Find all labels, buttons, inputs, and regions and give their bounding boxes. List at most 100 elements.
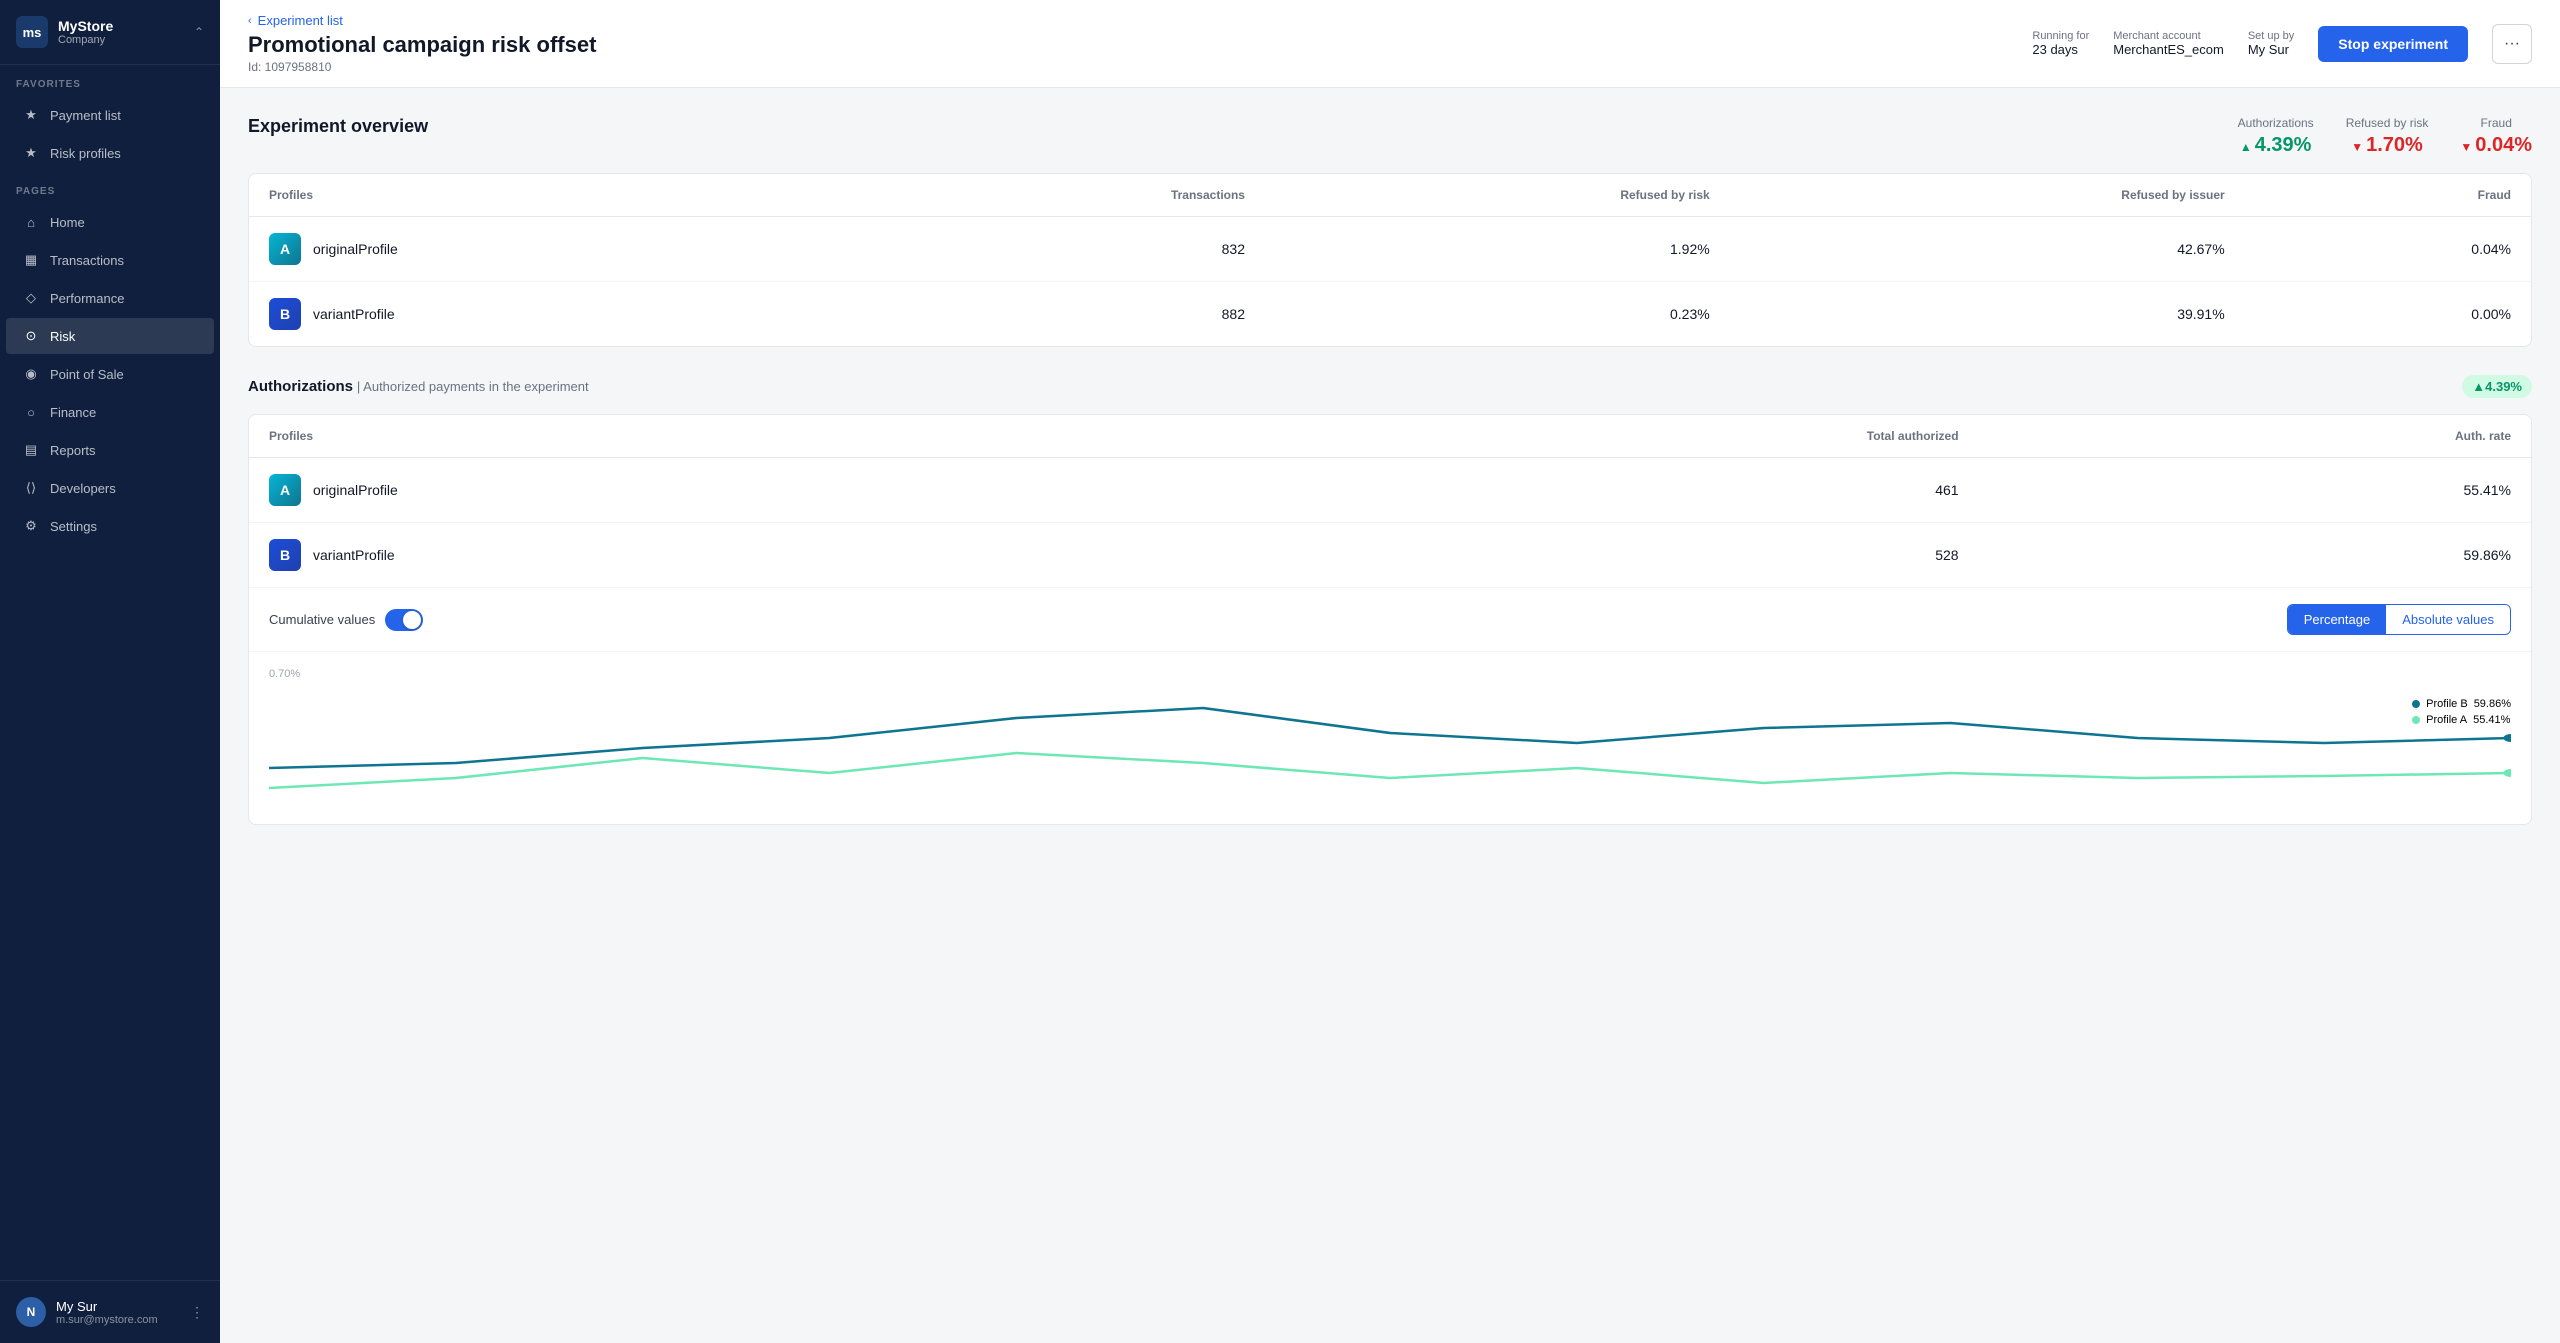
auth-badge-value: ▲4.39% bbox=[2472, 379, 2522, 394]
col-profiles: Profiles bbox=[249, 415, 1220, 458]
sidebar-item-performance[interactable]: ◇ Performance bbox=[6, 280, 214, 316]
cumulative-toggle[interactable] bbox=[385, 609, 423, 631]
stop-experiment-button[interactable]: Stop experiment bbox=[2318, 26, 2468, 62]
down-arrow-icon bbox=[2460, 134, 2472, 157]
content-area: Experiment overview Authorizations 4.39%… bbox=[220, 88, 2560, 1343]
sidebar-item-home[interactable]: ⌂ Home bbox=[6, 204, 214, 240]
profile-cell: B variantProfile bbox=[249, 282, 855, 347]
setup-by-meta: Set up by My Sur bbox=[2248, 30, 2294, 57]
sidebar-item-reports[interactable]: ▤ Reports bbox=[6, 432, 214, 468]
more-options-button[interactable]: ··· bbox=[2492, 24, 2532, 64]
sidebar-footer: N My Sur m.sur@mystore.com ⋮ bbox=[0, 1280, 220, 1343]
legend-profile-b: Profile B 59.86% bbox=[2412, 698, 2511, 710]
sidebar-item-developers[interactable]: ⟨⟩ Developers bbox=[6, 470, 214, 506]
user-details: My Sur m.sur@mystore.com bbox=[56, 1299, 158, 1326]
refused-value: 1.70% bbox=[2351, 134, 2423, 157]
refused-label: Refused by risk bbox=[2346, 116, 2429, 130]
fraud-label: Fraud bbox=[2481, 116, 2512, 130]
refused-risk-cell: 1.92% bbox=[1265, 217, 1730, 282]
sidebar-item-label: Risk profiles bbox=[50, 146, 121, 161]
down-arrow-icon bbox=[2351, 134, 2363, 157]
reports-icon: ▤ bbox=[22, 441, 40, 459]
merchant-label: Merchant account bbox=[2113, 30, 2224, 42]
legend-dot-b bbox=[2412, 700, 2420, 708]
star-icon: ★ bbox=[22, 144, 40, 162]
sidebar-item-label: Developers bbox=[50, 481, 116, 496]
sidebar-item-risk[interactable]: ⊙ Risk bbox=[6, 318, 214, 354]
auth-rate-cell: 55.41% bbox=[1979, 458, 2531, 523]
auth-table-header-row: Profiles Total authorized Auth. rate bbox=[249, 415, 2531, 458]
authorizations-label: Authorizations bbox=[2238, 116, 2314, 130]
col-auth-rate: Auth. rate bbox=[1979, 415, 2531, 458]
chart-legend: Profile B 59.86% Profile A 55.41% bbox=[2412, 698, 2511, 726]
sidebar-item-label: Risk bbox=[50, 329, 75, 344]
topbar-right: Running for 23 days Merchant account Mer… bbox=[2032, 24, 2532, 64]
chart-y-label: 0.70% bbox=[269, 668, 2511, 680]
favorites-label: FAVORITES bbox=[0, 65, 220, 96]
fraud-cell: 0.04% bbox=[2245, 217, 2531, 282]
authorizations-metric: Authorizations 4.39% bbox=[2238, 116, 2314, 157]
profile-badge-a: A bbox=[269, 474, 301, 506]
profile-cell: B variantProfile bbox=[249, 523, 1220, 588]
legend-dot-a bbox=[2412, 716, 2420, 724]
transactions-icon: ▦ bbox=[22, 251, 40, 269]
legend-profile-a: Profile A 55.41% bbox=[2412, 714, 2511, 726]
toggle-group: Cumulative values bbox=[269, 609, 423, 631]
sidebar-chevron-icon[interactable]: ⌃ bbox=[194, 25, 204, 39]
user-menu-button[interactable]: ⋮ bbox=[190, 1304, 204, 1321]
sidebar-item-payment-list[interactable]: ★ Payment list bbox=[6, 97, 214, 133]
risk-icon: ⊙ bbox=[22, 327, 40, 345]
auth-title-group: Authorizations | Authorized payments in … bbox=[248, 378, 589, 395]
logo-text: MyStore Company bbox=[58, 18, 113, 46]
transactions-cell: 832 bbox=[855, 217, 1265, 282]
auth-table-head: Profiles Total authorized Auth. rate bbox=[249, 415, 2531, 458]
metrics-row: Authorizations 4.39% Refused by risk 1.7… bbox=[2238, 116, 2532, 157]
sidebar-item-label: Transactions bbox=[50, 253, 124, 268]
topbar: ‹ Experiment list Promotional campaign r… bbox=[220, 0, 2560, 88]
developers-icon: ⟨⟩ bbox=[22, 479, 40, 497]
profile-badge-b: B bbox=[269, 539, 301, 571]
profile-cell-inner: A originalProfile bbox=[269, 233, 835, 265]
transactions-cell: 882 bbox=[855, 282, 1265, 347]
user-email: m.sur@mystore.com bbox=[56, 1314, 158, 1326]
pos-icon: ◉ bbox=[22, 365, 40, 383]
legend-label-b: Profile B bbox=[2426, 698, 2468, 710]
chart-area: 0.70% bbox=[249, 651, 2531, 824]
breadcrumb-chevron-icon: ‹ bbox=[248, 15, 252, 27]
authorizations-value: 4.39% bbox=[2240, 134, 2312, 157]
auth-table: Profiles Total authorized Auth. rate A o… bbox=[249, 415, 2531, 587]
view-toggle-group: Percentage Absolute values bbox=[2287, 604, 2511, 635]
profile-badge-a: A bbox=[269, 233, 301, 265]
main-area: ‹ Experiment list Promotional campaign r… bbox=[220, 0, 2560, 1343]
sidebar-item-risk-profiles[interactable]: ★ Risk profiles bbox=[6, 135, 214, 171]
star-icon: ★ bbox=[22, 106, 40, 124]
overview-table-card: Profiles Transactions Refused by risk Re… bbox=[248, 173, 2532, 347]
absolute-values-button[interactable]: Absolute values bbox=[2386, 605, 2510, 634]
sidebar: ms MyStore Company ⌃ FAVORITES ★ Payment… bbox=[0, 0, 220, 1343]
legend-value-a: 55.41% bbox=[2473, 714, 2510, 726]
running-for-meta: Running for 23 days bbox=[2032, 30, 2089, 57]
sidebar-item-label: Home bbox=[50, 215, 85, 230]
sidebar-item-settings[interactable]: ⚙ Settings bbox=[6, 508, 214, 544]
table-row: B variantProfile 882 0.23% 39.91% 0.00% bbox=[249, 282, 2531, 347]
col-refused-by-risk: Refused by risk bbox=[1265, 174, 1730, 217]
merchant-value: MerchantES_ecom bbox=[2113, 42, 2224, 57]
profile-name: variantProfile bbox=[313, 306, 395, 322]
sidebar-item-label: Payment list bbox=[50, 108, 121, 123]
up-arrow-icon bbox=[2240, 134, 2252, 157]
refused-issuer-cell: 39.91% bbox=[1730, 282, 2245, 347]
breadcrumb[interactable]: ‹ Experiment list bbox=[248, 13, 596, 28]
sidebar-item-finance[interactable]: ○ Finance bbox=[6, 394, 214, 430]
profile-cell-inner: B variantProfile bbox=[269, 298, 835, 330]
percentage-button[interactable]: Percentage bbox=[2288, 605, 2387, 634]
sidebar-item-transactions[interactable]: ▦ Transactions bbox=[6, 242, 214, 278]
table-row: A originalProfile 832 1.92% 42.67% 0.04% bbox=[249, 217, 2531, 282]
avatar: N bbox=[16, 1297, 46, 1327]
sidebar-item-point-of-sale[interactable]: ◉ Point of Sale bbox=[6, 356, 214, 392]
total-auth-cell: 528 bbox=[1220, 523, 1978, 588]
col-profiles: Profiles bbox=[249, 174, 855, 217]
authorizations-section: Authorizations | Authorized payments in … bbox=[248, 375, 2532, 825]
fraud-cell: 0.00% bbox=[2245, 282, 2531, 347]
overview-table-body: A originalProfile 832 1.92% 42.67% 0.04%… bbox=[249, 217, 2531, 347]
sidebar-logo: ms MyStore Company bbox=[16, 16, 113, 48]
